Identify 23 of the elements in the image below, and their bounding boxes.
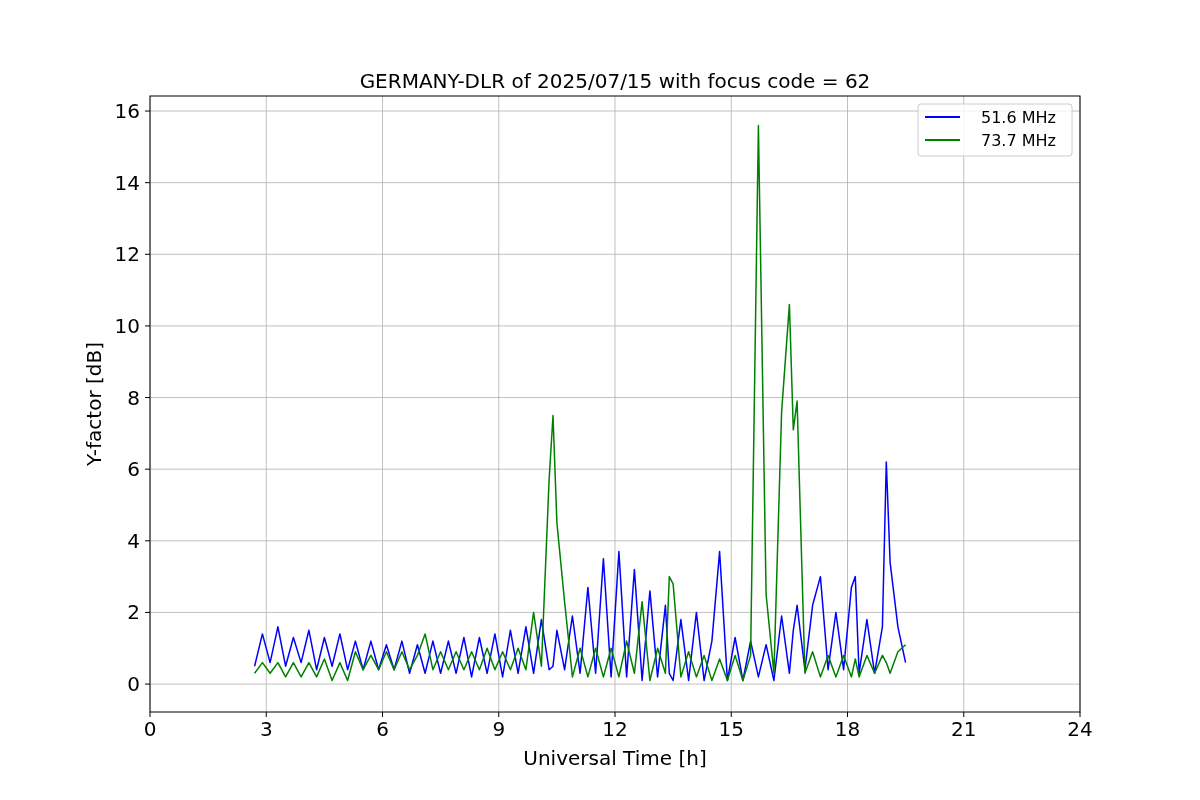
- x-tick-label: 18: [834, 717, 861, 741]
- y-tick-label: 2: [127, 600, 140, 625]
- x-tick-label: 15: [718, 717, 744, 741]
- y-tick-label: 16: [114, 99, 140, 124]
- y-tick-label: 8: [127, 385, 140, 410]
- x-tick-label: 3: [259, 717, 273, 741]
- y-tick-label: 10: [114, 313, 140, 338]
- x-tick-label: 0: [143, 717, 157, 741]
- y-tick-label: 6: [127, 457, 140, 482]
- legend-label: 73.7 MHz: [981, 131, 1056, 150]
- x-tick-label: 6: [376, 717, 389, 741]
- y-tick-label: 14: [114, 170, 140, 195]
- y-axis-label: Y-factor [dB]: [82, 342, 106, 466]
- x-tick-label: 12: [602, 717, 628, 741]
- y-tick-label: 12: [114, 242, 140, 267]
- x-tick-label: 9: [492, 717, 506, 741]
- x-tick-label: 24: [1067, 717, 1093, 741]
- x-axis-label: Universal Time [h]: [523, 746, 707, 770]
- chart-title: GERMANY-DLR of 2025/07/15 with focus code = 62: [359, 69, 871, 93]
- y-tick-label: 0: [127, 672, 140, 697]
- legend-label: 51.6 MHz: [981, 108, 1056, 127]
- y-tick-label: 4: [127, 528, 140, 553]
- x-tick-label: 21: [951, 717, 977, 741]
